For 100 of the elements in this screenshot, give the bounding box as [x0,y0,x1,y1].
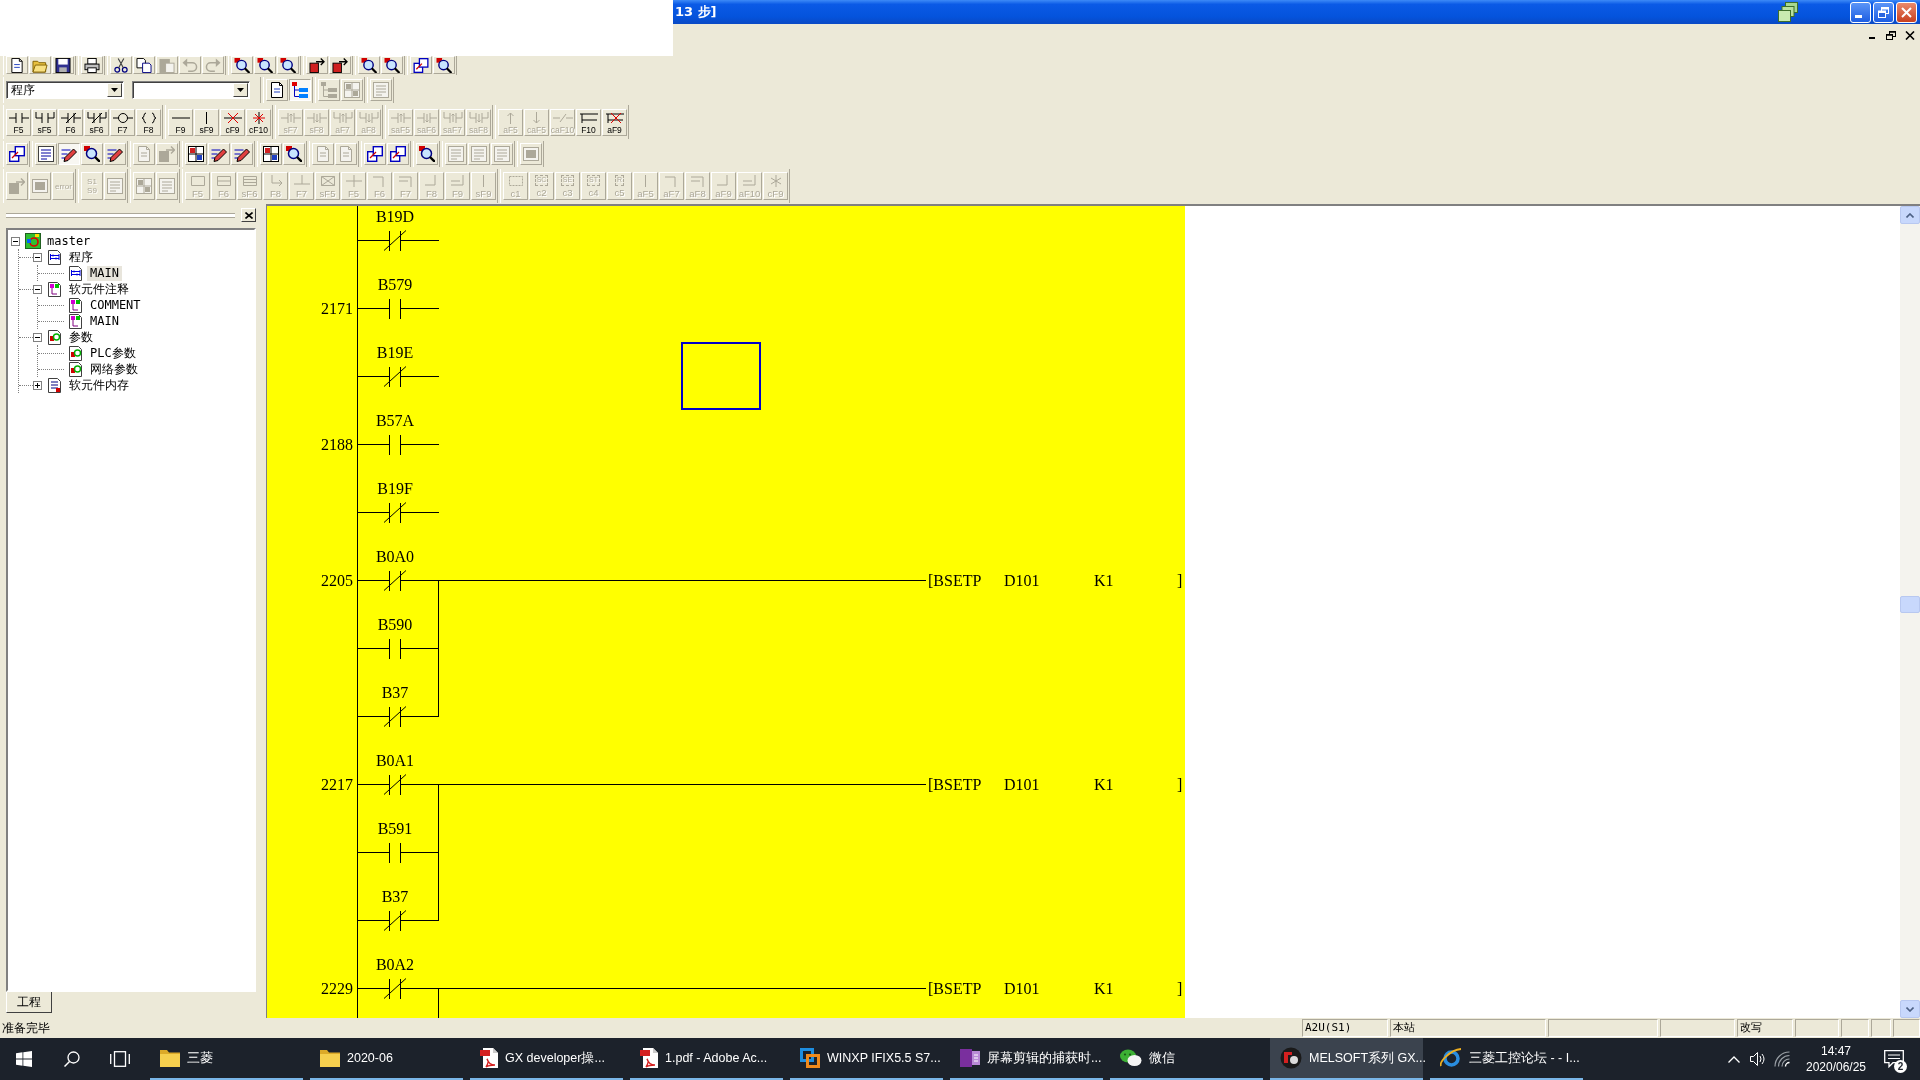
window-title: 13 步] [675,3,717,21]
toolbar-button[interactable]: F10 [576,108,601,136]
instruction-text: [BSETP [928,776,982,793]
list-icon [107,178,123,194]
crossed-line-icon [222,111,243,124]
instruction-end-text: ] [1177,572,1183,589]
toolbar-button[interactable]: sF5 [32,108,57,136]
toolbar-button[interactable]: F9 [168,108,193,136]
coil-icon [112,111,133,124]
tree-item[interactable]: COMMENT [87,297,144,313]
folder-icon [320,1049,340,1067]
device-label: B37 [381,684,409,701]
tree-toggle[interactable] [33,332,42,342]
chevron-up-icon [1728,1055,1740,1063]
dropdown-field[interactable] [132,81,250,99]
toolbar-button[interactable]: cF10 [246,108,271,136]
taskbar-button[interactable]: 屏幕剪辑的捕获时... [950,1038,1103,1080]
undo-icon [182,57,198,73]
magnifier-icon [84,146,100,162]
page-icon [338,146,354,162]
toolbar-button[interactable] [58,143,80,165]
search-icon [64,1051,80,1067]
toolbar-button[interactable]: sF9 [194,108,219,136]
tree-toggle[interactable] [11,236,20,246]
taskbar-button[interactable]: WINXP IFIX5.5 S7... [790,1038,943,1080]
taskbar-button[interactable]: 微信 [1110,1038,1263,1080]
toolbar-button[interactable] [289,79,311,101]
parallel-arrow-contact-icon [442,111,463,124]
notification-button[interactable]: 2 [1874,1038,1914,1080]
document-icon [47,377,63,393]
magnifier-icon [361,57,377,73]
toolbar-button[interactable]: sF6 [84,108,109,136]
device-label: B579 [377,276,413,293]
overlapping-windows-icon [413,57,429,73]
tree-item[interactable]: master [44,233,94,249]
scroll-up-button[interactable] [1900,206,1920,224]
toolbar-button[interactable]: cF9 [220,108,245,136]
taskbar-button[interactable]: MELSOFT系列 GX... [1270,1038,1423,1080]
device-label: B590 [377,616,413,633]
tree-toggle[interactable] [33,284,42,294]
dropdown-button[interactable] [233,83,248,97]
list-icon [471,146,487,162]
status-field [1893,1019,1920,1037]
document-icon [480,1048,498,1068]
scroll-thumb[interactable] [1900,596,1920,613]
tree-toggle[interactable] [33,380,42,390]
clock-button[interactable]: 14:47 2020/06/25 [1798,1038,1874,1080]
toolbar-button[interactable]: F8 [136,108,161,136]
magnifier-icon [257,57,273,73]
rung-wire [357,920,390,921]
tree-item[interactable]: MAIN [87,313,122,329]
dropdown-field[interactable]: 程序 [6,81,124,99]
instruction-text: [BSETP [928,980,982,997]
status-field: 改写 [1737,1019,1793,1037]
scroll-down-button[interactable] [1900,1000,1920,1018]
magnifier-icon [419,146,435,162]
page-icon [315,146,331,162]
document-icon [68,265,84,281]
document-icon [47,329,63,345]
status-field [1841,1019,1869,1037]
slashed-contact-icon [60,111,81,124]
tree-item[interactable]: 软元件内存 [66,377,132,393]
document-icon [47,249,63,265]
status-field: A2U(S1) [1302,1019,1388,1037]
tree-item[interactable]: 参数 [66,329,96,345]
operand-text: K1 [1094,572,1114,589]
tree-toggle[interactable] [33,252,42,262]
rung-wire [400,716,439,717]
tree-item[interactable]: PLC参数 [87,345,139,361]
rung-wire [357,784,390,785]
panel-tab[interactable]: 工程 [6,992,52,1013]
pencil-icon [234,146,250,162]
printer-icon [84,57,100,73]
taskbar-button[interactable]: 2020-06 [310,1038,463,1080]
toolbar-button[interactable]: aF9 [602,108,627,136]
taskbar-button[interactable]: GX developer操... [470,1038,623,1080]
magnifier-icon [280,57,296,73]
close-icon [1901,6,1912,18]
panel-close-button[interactable] [241,208,256,222]
toolbar-button[interactable]: F6 [58,108,83,136]
tree-item[interactable]: 程序 [66,249,96,265]
document-icon [68,297,84,313]
dropdown-button[interactable] [107,83,122,97]
taskbar-button[interactable]: 三菱 [150,1038,303,1080]
rung-wire [357,716,390,717]
toolbar-button[interactable]: F7 [110,108,135,136]
step-number: 2171 [321,300,353,317]
taskbar-button[interactable]: 三菱工控论坛 - - I... [1430,1038,1583,1080]
document-icon [640,1048,658,1068]
pencil-icon [61,146,77,162]
tree-item[interactable]: 软元件注释 [66,281,132,297]
taskbar-button[interactable]: 1.pdf - Adobe Ac... [630,1038,783,1080]
document-icon [47,281,63,297]
device-label: B0A0 [375,548,415,565]
four-panes-icon [16,1051,32,1067]
tree-item[interactable]: MAIN [87,265,122,281]
restore-button[interactable] [1883,28,1899,42]
tree-item[interactable]: 网络参数 [87,361,141,377]
toolbar-button[interactable]: F5 [6,108,31,136]
status-field [1795,1019,1839,1037]
